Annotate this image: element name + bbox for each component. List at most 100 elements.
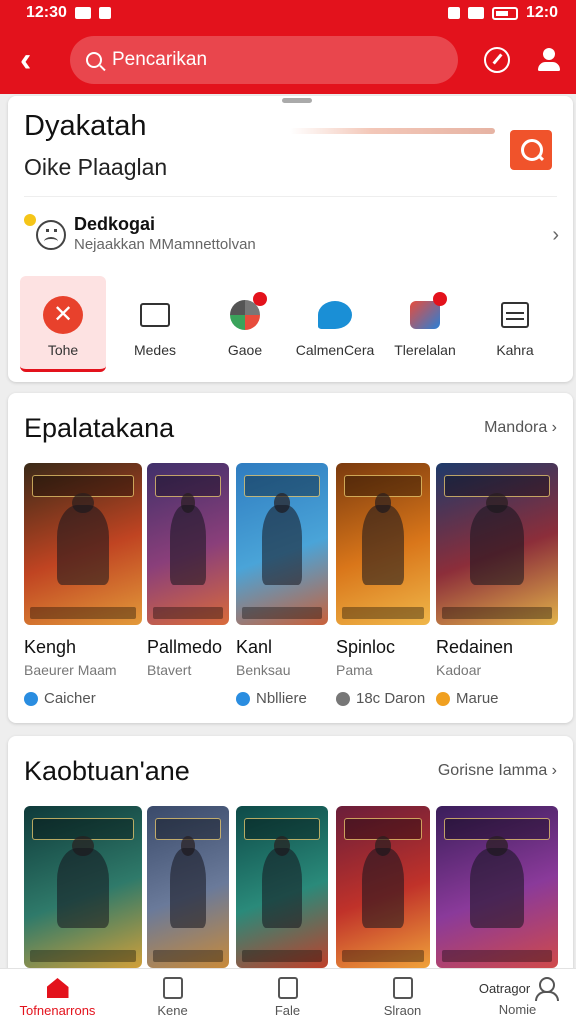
- compass-icon[interactable]: [484, 47, 510, 73]
- game-card[interactable]: [147, 806, 229, 968]
- game-card[interactable]: Kanl Benksau Nblliere: [236, 463, 328, 707]
- chevron-right-icon: ›: [551, 419, 557, 436]
- notification-badge: [253, 292, 267, 306]
- nav-kene[interactable]: Kene: [115, 969, 230, 1024]
- nav-label: Slraon: [383, 1003, 422, 1018]
- section-more-link[interactable]: Gorisne Iamma ›: [438, 762, 557, 780]
- game-card[interactable]: [236, 806, 328, 968]
- game-subtitle: Btavert: [147, 662, 192, 678]
- tag-icon: [24, 691, 38, 706]
- game-card[interactable]: Spinloc Pama 18c Daron: [336, 463, 430, 707]
- chevron-right-icon: ›: [552, 224, 559, 246]
- notification-badge: [433, 292, 447, 306]
- status-time-right: 12:0: [525, 4, 558, 21]
- tag-label: Marue: [456, 690, 499, 707]
- cover-art-foot: [153, 950, 223, 962]
- quick-action-kahra[interactable]: Kahra: [470, 276, 560, 372]
- file-icon: [277, 977, 298, 999]
- tag-label: 18c Daron: [356, 690, 426, 707]
- game-cover-image: [436, 463, 558, 625]
- cover-art-fig: [57, 505, 109, 585]
- nav-extra-label: Oatragor: [478, 980, 531, 996]
- search-input[interactable]: Pencarikan: [70, 36, 458, 84]
- close-circle-icon: [43, 296, 83, 334]
- section-title: Epalatakana: [24, 413, 175, 443]
- quick-action-tlerelalan[interactable]: Tlerelalan: [380, 276, 470, 372]
- account-row[interactable]: Dedkogai Nejaakkan MMamnettolvan ›: [24, 210, 559, 260]
- face-icon: [36, 220, 66, 250]
- top-app-bar: 12:30 12:0 ‹ Pencarikan: [0, 0, 576, 94]
- nav-fale[interactable]: Fale: [230, 969, 345, 1024]
- tag-label: Nblliere: [256, 690, 307, 707]
- promo-banner: [290, 128, 495, 134]
- quick-action-tohe[interactable]: Tohe: [20, 276, 106, 372]
- mail-icon: [74, 7, 91, 19]
- scan-icon[interactable]: [510, 130, 552, 170]
- user-icon: [534, 977, 560, 1001]
- game-title: Kengh: [24, 637, 77, 657]
- cover-art-foot: [442, 950, 552, 962]
- section-title: Kaobtuan'ane: [24, 756, 190, 786]
- nav-label: Tofnenarrons: [19, 1003, 96, 1018]
- game-card[interactable]: Kengh Baeurer Maam Caicher: [24, 463, 142, 707]
- cover-art-foot: [30, 607, 136, 619]
- game-cover-image: [147, 806, 229, 968]
- quick-action-label: CalmenCera: [295, 342, 375, 358]
- cover-art-fig: [470, 848, 524, 928]
- tag-icon: [436, 691, 450, 706]
- battery-icon: [491, 6, 518, 20]
- status-time: 12:30: [26, 4, 67, 21]
- cover-art-fig: [169, 848, 207, 928]
- game-cover-image: [236, 806, 328, 968]
- cover-art-fig: [261, 505, 303, 585]
- game-cover-image: [236, 463, 328, 625]
- game-card[interactable]: [436, 806, 558, 968]
- nav-slraon[interactable]: Slraon: [345, 969, 460, 1024]
- screen-icon: [140, 303, 170, 327]
- cover-art-foot: [442, 607, 552, 619]
- game-title: Pallmedo: [147, 637, 223, 657]
- game-card[interactable]: [24, 806, 142, 968]
- nav-label: Nomie: [498, 1002, 537, 1017]
- game-tag: Marue: [436, 690, 558, 707]
- game-title: Kanl: [236, 637, 273, 657]
- cover-art-fig: [362, 848, 404, 928]
- profile-icon[interactable]: [536, 47, 562, 73]
- quick-action-medes[interactable]: Medes: [110, 276, 200, 372]
- game-subtitle: Kadoar: [436, 662, 482, 678]
- cover-art-fig: [362, 505, 404, 585]
- game-cover-image: [336, 463, 430, 625]
- game-cover-image: [336, 806, 430, 968]
- search-placeholder: Pencarikan: [112, 49, 208, 70]
- game-title: Spinloc: [336, 637, 396, 657]
- event-icon: [410, 301, 440, 329]
- status-dot: [24, 214, 36, 226]
- game-section-1: Epalatakana Mandora › Kengh Baeurer Maam C…: [8, 393, 573, 723]
- cover-art-foot: [242, 607, 322, 619]
- game-card[interactable]: Pallmedo Btavert: [147, 463, 229, 678]
- cover-art-fig: [57, 848, 109, 928]
- game-card[interactable]: Redainen Kadoar Marue: [436, 463, 558, 707]
- nav-home[interactable]: Tofnenarrons: [0, 969, 115, 1024]
- game-cover-image: [147, 463, 229, 625]
- quick-action-calmencera[interactable]: CalmenCera: [290, 276, 380, 372]
- quick-action-gaoe[interactable]: Gaoe: [200, 276, 290, 372]
- account-description: Nejaakkan MMamnettolvan: [74, 236, 256, 253]
- back-button[interactable]: ‹: [20, 43, 56, 77]
- game-card[interactable]: [336, 806, 430, 968]
- tag-icon: [336, 691, 350, 706]
- tag-label: Caicher: [44, 690, 96, 707]
- more-label: Gorisne Iamma: [437, 762, 548, 779]
- drag-handle[interactable]: [282, 98, 312, 103]
- quick-action-label: Kahra: [496, 342, 534, 358]
- game-subtitle: Pama: [336, 662, 373, 678]
- nav-nomie[interactable]: Oatragor Nomie: [460, 969, 575, 1024]
- signal-icon: [447, 7, 460, 19]
- library-icon: [392, 977, 413, 999]
- account-name: Dedkogai: [74, 214, 156, 234]
- section-more-link[interactable]: Mandora ›: [484, 419, 557, 437]
- list-icon: [501, 302, 529, 328]
- quick-actions: Tohe Medes Gaoe CalmenCera Tlerelalan Ka…: [20, 276, 560, 372]
- notification-icon: [98, 7, 111, 19]
- more-label: Mandora: [484, 419, 548, 436]
